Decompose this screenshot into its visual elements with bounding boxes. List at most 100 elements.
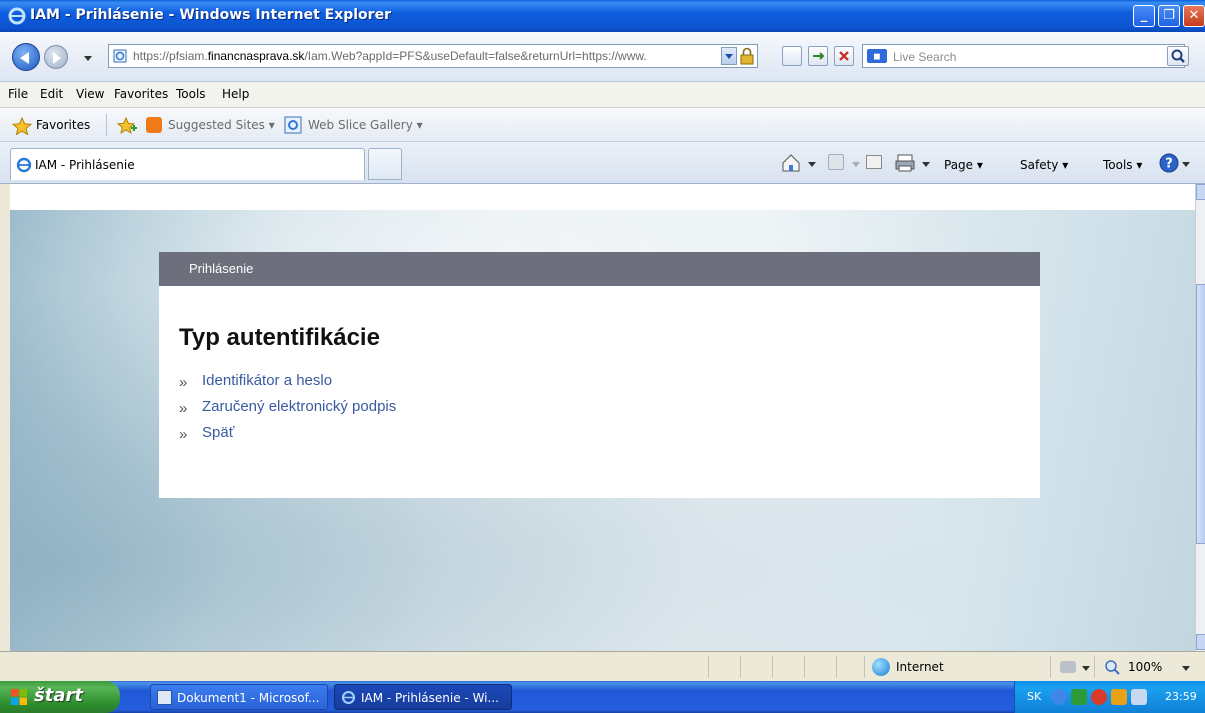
- tray-arrow-icon[interactable]: [1051, 689, 1067, 705]
- stop-x-icon: [839, 51, 849, 61]
- safety-menu[interactable]: Safety ▾: [1020, 158, 1068, 172]
- help-icon[interactable]: ?: [1158, 152, 1180, 174]
- address-url[interactable]: https://pfsiam.financnasprava.sk/Iam.Web…: [133, 49, 703, 63]
- status-divider: [740, 656, 741, 678]
- favorites-button[interactable]: Favorites: [36, 118, 90, 132]
- status-bar: Internet 100%: [0, 651, 1205, 681]
- suggested-sites-link[interactable]: Suggested Sites ▾: [168, 118, 275, 132]
- status-divider: [1050, 656, 1051, 678]
- tab-iam-prihlasenie[interactable]: IAM - Prihlásenie: [10, 148, 365, 180]
- favorites-bar: Favorites Suggested Sites ▾ Web Slice Ga…: [0, 108, 1205, 142]
- compatibility-view-icon[interactable]: [782, 46, 802, 66]
- menu-help[interactable]: Help: [222, 87, 249, 101]
- address-toolbar: https://pfsiam.financnasprava.sk/Iam.Web…: [0, 32, 1205, 82]
- back-link[interactable]: Späť: [202, 424, 234, 441]
- home-icon[interactable]: [780, 152, 802, 174]
- panel-header: Prihlásenie: [159, 252, 1040, 286]
- forward-button[interactable]: [44, 45, 68, 69]
- minimize-button[interactable]: _: [1133, 5, 1155, 27]
- home-dropdown-icon[interactable]: [808, 162, 816, 167]
- scroll-up-icon[interactable]: [1196, 184, 1205, 200]
- close-button[interactable]: ✕: [1183, 5, 1205, 27]
- web-slice-icon: [284, 116, 302, 134]
- protected-mode-icon[interactable]: [1060, 661, 1076, 673]
- address-dropdown-button[interactable]: [721, 47, 737, 65]
- web-slice-gallery-link[interactable]: Web Slice Gallery ▾: [308, 118, 423, 132]
- menu-file[interactable]: File: [8, 87, 28, 101]
- status-divider: [836, 656, 837, 678]
- url-suffix: /Iam.Web?appId=PFS&useDefault=false&retu…: [304, 49, 647, 63]
- start-label: štart: [34, 685, 83, 706]
- language-indicator[interactable]: SK: [1027, 690, 1041, 703]
- page-icon: [113, 49, 127, 63]
- refresh-icon[interactable]: [808, 46, 828, 66]
- taskbar-item-ie[interactable]: IAM - Prihlásenie - Wi...: [334, 684, 512, 710]
- feeds-dropdown-icon[interactable]: [852, 162, 860, 167]
- electronic-signature-link[interactable]: Zaručený elektronický podpis: [202, 398, 396, 415]
- back-button[interactable]: [12, 43, 40, 71]
- system-clock: 23:59: [1165, 690, 1197, 703]
- bullet-icon: »: [179, 374, 188, 391]
- menu-favorites[interactable]: Favorites: [114, 87, 168, 101]
- taskbar-item-label: Dokument1 - Microsof...: [177, 691, 320, 705]
- refresh-arrows-icon: [813, 52, 825, 60]
- internet-explorer-icon: [342, 691, 355, 704]
- lock-icon[interactable]: [739, 47, 755, 65]
- identifier-password-link[interactable]: Identifikátor a heslo: [202, 372, 332, 389]
- zoom-dropdown-icon[interactable]: [1182, 666, 1190, 671]
- url-domain: financnasprava.sk: [207, 49, 305, 63]
- svg-text:?: ?: [1165, 157, 1173, 172]
- internet-zone-icon: [872, 658, 890, 676]
- internet-explorer-icon: [16, 157, 32, 173]
- search-input[interactable]: ◼ Live Search: [862, 44, 1185, 68]
- windows-flag-icon: [11, 689, 27, 705]
- history-dropdown-icon[interactable]: [84, 56, 92, 61]
- status-divider: [772, 656, 773, 678]
- search-button[interactable]: [1167, 46, 1189, 66]
- help-dropdown-icon[interactable]: [1182, 162, 1190, 167]
- add-to-favorites-icon[interactable]: [116, 116, 138, 136]
- tray-app-icon[interactable]: [1111, 689, 1127, 705]
- window-title: IAM - Prihlásenie - Windows Internet Exp…: [30, 7, 391, 23]
- page-menu[interactable]: Page ▾: [944, 158, 983, 172]
- page-top-strip: [10, 184, 1195, 210]
- new-tab-button[interactable]: [368, 148, 402, 180]
- tab-title: IAM - Prihlásenie: [35, 158, 135, 172]
- address-bar[interactable]: https://pfsiam.financnasprava.sk/Iam.Web…: [108, 44, 758, 68]
- start-button[interactable]: štart: [0, 681, 120, 713]
- stop-icon[interactable]: [834, 46, 854, 66]
- taskbar-item-word[interactable]: Dokument1 - Microsof...: [150, 684, 328, 710]
- favorites-star-icon[interactable]: [12, 117, 32, 135]
- status-divider: [708, 656, 709, 678]
- zoom-level[interactable]: 100%: [1128, 660, 1162, 674]
- suggested-sites-icon: [146, 117, 162, 133]
- status-divider: [804, 656, 805, 678]
- page-heading: Typ autentifikácie: [179, 324, 380, 351]
- protected-mode-dropdown-icon[interactable]: [1082, 666, 1090, 671]
- tray-network-icon[interactable]: [1071, 689, 1087, 705]
- menu-edit[interactable]: Edit: [40, 87, 63, 101]
- word-document-icon: [157, 690, 172, 705]
- zoom-icon[interactable]: [1104, 659, 1122, 675]
- volume-icon[interactable]: [1131, 689, 1147, 705]
- feeds-icon[interactable]: [828, 154, 844, 170]
- tray-eid-icon[interactable]: [1091, 689, 1107, 705]
- security-zone[interactable]: Internet: [896, 660, 944, 674]
- internet-explorer-icon: [8, 7, 26, 25]
- print-dropdown-icon[interactable]: [922, 162, 930, 167]
- vertical-scrollbar[interactable]: [1195, 184, 1205, 651]
- tab-bar: IAM - Prihlásenie Page ▾ Safety ▾ Tools …: [0, 142, 1205, 184]
- page-viewport: Prihlásenie Typ autentifikácie » Identif…: [10, 184, 1195, 651]
- tools-menu[interactable]: Tools ▾: [1103, 158, 1142, 172]
- menu-tools[interactable]: Tools: [176, 87, 206, 101]
- menu-view[interactable]: View: [76, 87, 104, 101]
- scrollbar-thumb[interactable]: [1196, 284, 1205, 544]
- restore-button[interactable]: ❐: [1158, 5, 1180, 27]
- scroll-down-icon[interactable]: [1196, 634, 1205, 650]
- live-search-logo-icon: ◼: [867, 49, 887, 63]
- system-tray: SK 23:59: [1014, 681, 1205, 713]
- read-mail-icon[interactable]: [866, 155, 882, 169]
- print-icon[interactable]: [894, 152, 916, 174]
- chevron-down-icon: [725, 54, 733, 59]
- search-placeholder: Live Search: [893, 50, 957, 64]
